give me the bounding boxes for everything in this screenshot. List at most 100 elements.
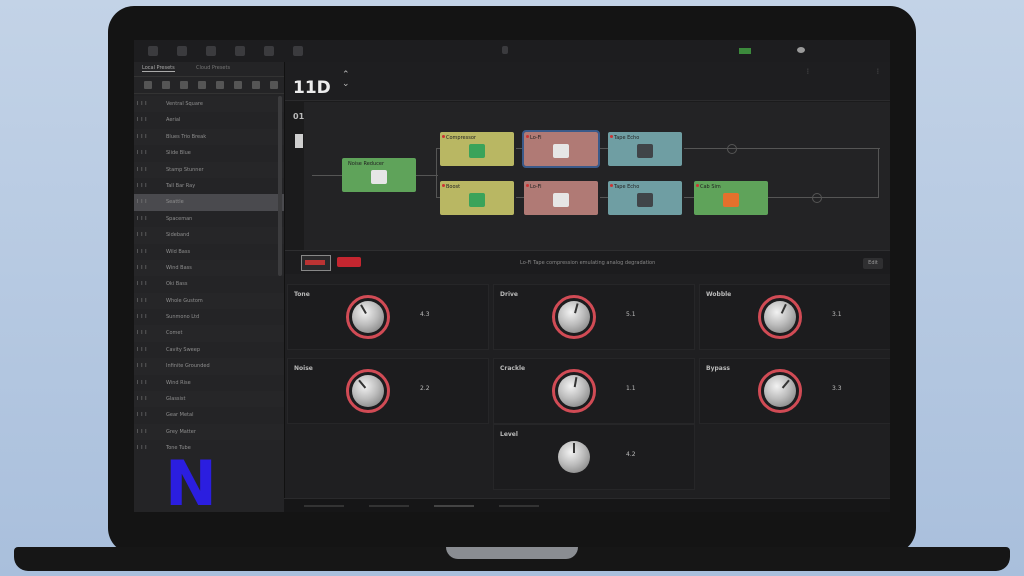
tab-local-presets[interactable]: Local Presets (142, 65, 175, 72)
chevron-up-down-icon[interactable]: ⌃ ⌄ (342, 71, 350, 89)
tab-cloud-presets[interactable]: Cloud Presets (196, 65, 230, 71)
effect-block-b1[interactable]: Compressor (440, 132, 514, 166)
preset-list-item[interactable]: I I I Wind Bass (134, 259, 284, 277)
input-wire (312, 175, 342, 176)
preset-list-item[interactable]: I I I Wind Rise (134, 375, 284, 391)
preset-index: I I I (137, 412, 148, 419)
mix-node[interactable] (727, 144, 737, 154)
save-icon[interactable] (206, 46, 216, 56)
bottom-tab[interactable] (304, 505, 344, 507)
preset-list-item[interactable]: I I I Comet (134, 325, 284, 342)
preset-list-item[interactable]: I I I Ventral Square (134, 96, 284, 113)
bottom-tab[interactable] (499, 505, 539, 507)
export-preset-icon[interactable] (234, 81, 242, 89)
block-name: Cab Sim (700, 184, 721, 190)
preset-index: I I I (137, 232, 148, 239)
knob-cell-drive: Drive 5.1 (493, 284, 695, 350)
effect-block-b7[interactable]: Cab Sim (694, 181, 768, 215)
preset-name: Spaceman (166, 215, 193, 222)
block-icon (553, 144, 569, 158)
preset-list-item[interactable]: I I I Glassist (134, 391, 284, 408)
preset-list-item[interactable]: I I I Cavity Sweep (134, 342, 284, 358)
new-preset-icon[interactable] (144, 81, 152, 89)
effect-block-b4[interactable]: Boost (440, 181, 514, 215)
bottom-tab[interactable] (434, 505, 474, 507)
knob[interactable] (764, 375, 796, 407)
block-name: Tape Echo (614, 135, 640, 141)
folder-icon[interactable] (177, 46, 187, 56)
preset-header: 11D ⌃ ⌄ ⋮ ⋮ (285, 62, 890, 101)
preset-list-item[interactable]: I I I Wild Bass (134, 244, 284, 260)
more-icon[interactable]: ⋮ (875, 68, 881, 75)
preset-list-item[interactable]: I I I Whole Gustom (134, 292, 284, 310)
device-icon[interactable] (797, 47, 805, 53)
preset-list-item[interactable]: I I I Sunmono Ltd (134, 309, 284, 325)
delete-preset-icon[interactable] (252, 81, 260, 89)
preset-list-item[interactable]: I I I Aerial (134, 112, 284, 128)
preset-list-item[interactable]: I I I Sideband (134, 227, 284, 244)
knob-label: Bypass (706, 365, 730, 372)
brand-logo: N (165, 447, 217, 513)
import-icon[interactable] (235, 46, 245, 56)
preset-list-scrollbar[interactable] (278, 96, 282, 276)
effect-block-input[interactable]: Noise Reducer (342, 158, 416, 192)
knob-label: Drive (500, 291, 518, 298)
effect-block-b6[interactable]: Tape Echo (608, 181, 682, 215)
preset-list-item[interactable]: I I I Gear Metal (134, 407, 284, 423)
rename-preset-icon[interactable] (198, 81, 206, 89)
block-icon (637, 144, 653, 158)
preset-list-item[interactable]: I I I Blues Trio Break (134, 128, 284, 146)
effect-block-b2[interactable]: Lo-Fi (522, 130, 600, 168)
preset-name: Wind Bass (166, 264, 192, 271)
block-icon (723, 193, 739, 207)
knob[interactable] (352, 375, 384, 407)
preset-name: Blues Trio Break (166, 133, 207, 140)
knob[interactable] (764, 301, 796, 333)
sort-icon[interactable] (270, 81, 278, 89)
preset-list-item[interactable]: I I I Slide Blue (134, 145, 284, 161)
menu-icon[interactable] (148, 46, 158, 56)
preset-list-item[interactable]: I I I Infinite Grounded (134, 358, 284, 375)
preset-list-item[interactable]: I I I Stamp Stunner (134, 161, 284, 178)
export-icon[interactable] (264, 46, 274, 56)
copy-preset-icon[interactable] (162, 81, 170, 89)
preset-list-item[interactable]: I I I Oki Bass (134, 276, 284, 292)
connection-status-icon (739, 48, 751, 54)
preset-name: Stamp Stunner (166, 166, 204, 173)
options-icon[interactable]: ⋮ (805, 68, 811, 75)
preset-index: I I I (137, 117, 148, 124)
sidebar-tabs: Local Presets Cloud Presets (134, 62, 284, 77)
knob-cell-wobble: Wobble 3.1 (699, 284, 890, 350)
preset-name: Aerial (166, 117, 181, 124)
knob-label: Level (500, 431, 518, 438)
preset-name: Comet (166, 330, 183, 337)
preset-index: I I I (137, 428, 148, 435)
edit-button[interactable]: Edit (863, 258, 883, 269)
bottom-tab[interactable] (369, 505, 409, 507)
block-model-button[interactable] (301, 255, 331, 271)
effect-block-b5[interactable]: Lo-Fi (524, 181, 598, 215)
import-preset-icon[interactable] (216, 81, 224, 89)
knob[interactable] (558, 301, 590, 333)
knob-label: Crackle (500, 365, 526, 372)
chain-handle-icon[interactable] (295, 134, 303, 148)
wire (416, 175, 438, 176)
preset-list-item[interactable]: I I I Seattle (134, 194, 284, 211)
block-enable-toggle[interactable] (337, 257, 361, 267)
preset-number: 11D (293, 78, 331, 98)
knob[interactable] (352, 301, 384, 333)
preset-name: Ventral Square (166, 101, 203, 107)
tuner-icon[interactable] (502, 46, 508, 54)
preset-list-item[interactable]: I I I Spaceman (134, 211, 284, 227)
preset-list-item[interactable]: I I I Grey Matter (134, 423, 284, 441)
mix-node[interactable] (812, 193, 822, 203)
effect-block-b3[interactable]: Tape Echo (608, 132, 682, 166)
preset-index: I I I (137, 281, 148, 288)
preset-list-item[interactable]: I I I Tall Bar Ray (134, 178, 284, 194)
block-icon (469, 144, 485, 158)
paste-preset-icon[interactable] (180, 81, 188, 89)
preset-index: I I I (137, 264, 148, 271)
split-wire (436, 148, 437, 198)
preset-index: I I I (137, 150, 148, 157)
settings-icon[interactable] (293, 46, 303, 56)
